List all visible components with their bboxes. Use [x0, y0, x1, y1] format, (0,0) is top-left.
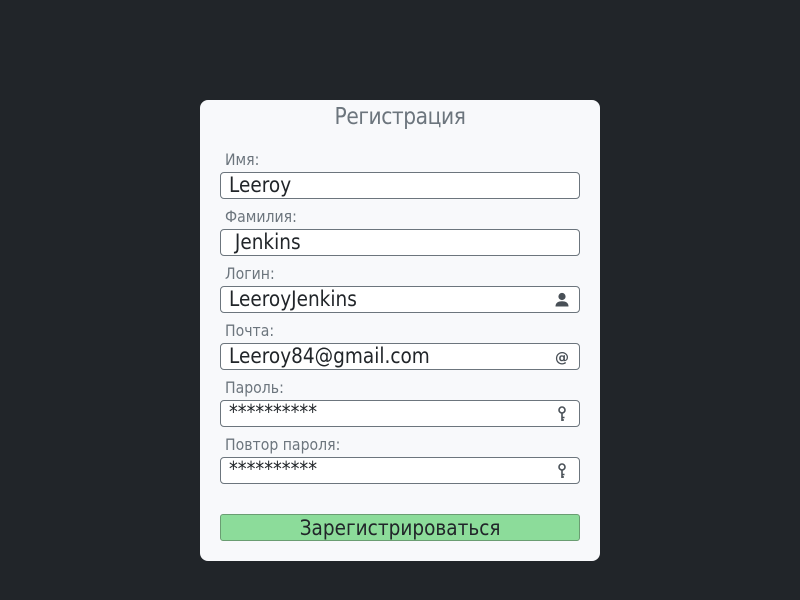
- password-value: **********: [229, 400, 317, 424]
- repeat-password-label: Повтор пароля:: [225, 435, 341, 454]
- repeat-password-field[interactable]: **********: [220, 457, 580, 484]
- register-button[interactable]: Зарегистрироваться: [220, 514, 580, 541]
- repeat-password-value: **********: [229, 457, 317, 481]
- login-label: Логин:: [225, 264, 275, 283]
- svg-text:@: @: [555, 350, 569, 366]
- email-value: Leeroy84@gmail.com: [229, 344, 430, 368]
- last-name-label: Фамилия:: [225, 207, 297, 226]
- email-field[interactable]: Leeroy84@gmail.com @: [220, 343, 580, 370]
- login-field[interactable]: LeeroyJenkins: [220, 286, 580, 313]
- last-name-value: Jenkins: [229, 230, 301, 254]
- user-icon: [553, 291, 571, 309]
- email-label: Почта:: [225, 321, 275, 340]
- form-title: Регистрация: [334, 104, 466, 130]
- first-name-value: Leeroy: [229, 173, 292, 197]
- first-name-field[interactable]: Leeroy: [220, 172, 580, 199]
- first-name-label: Имя:: [225, 150, 260, 169]
- password-field[interactable]: **********: [220, 400, 580, 427]
- key-icon: [553, 405, 571, 423]
- register-button-label: Зарегистрироваться: [299, 515, 501, 540]
- password-label: Пароль:: [225, 378, 284, 397]
- key-icon: [553, 462, 571, 480]
- login-value: LeeroyJenkins: [229, 287, 357, 311]
- at-icon: @: [553, 348, 571, 366]
- last-name-field[interactable]: Jenkins: [220, 229, 580, 256]
